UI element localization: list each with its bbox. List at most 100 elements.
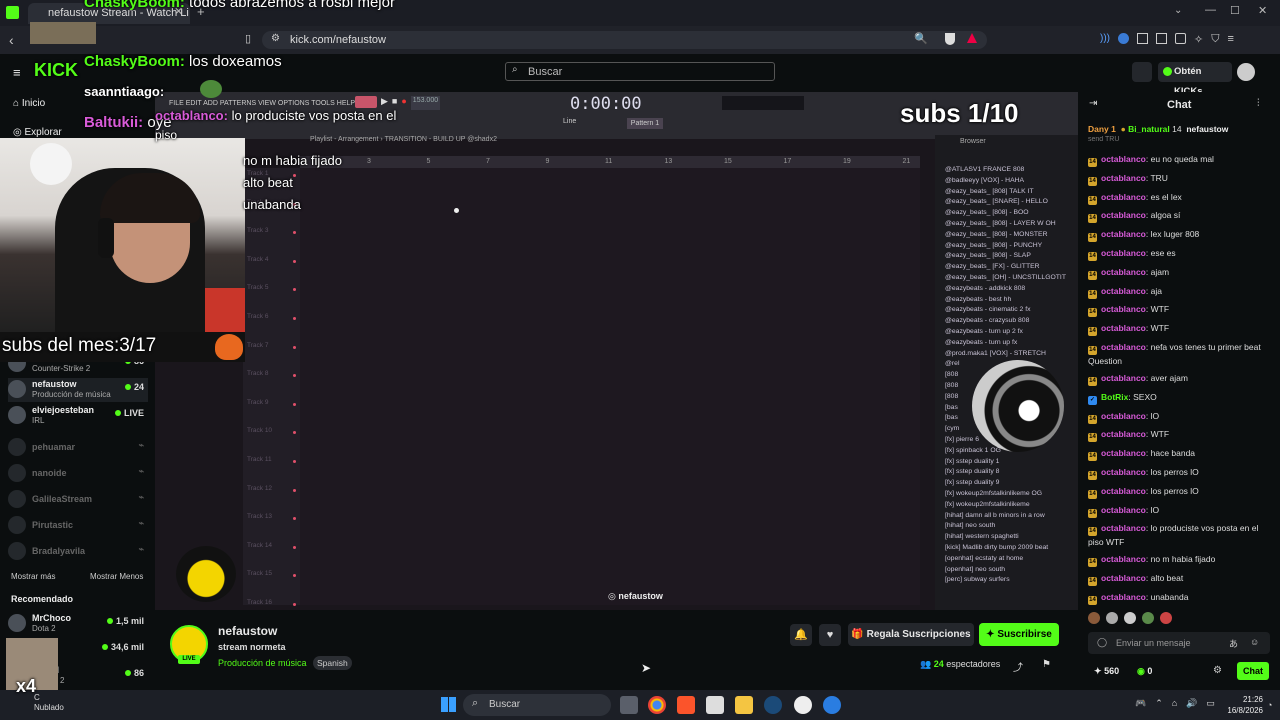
chat-users-icon[interactable]: ⫶ bbox=[1257, 98, 1260, 109]
subscribe-button[interactable]: ✦ Suscribirse bbox=[979, 623, 1059, 646]
bookmark-icon[interactable]: ▯ bbox=[245, 32, 251, 45]
emote-icon[interactable] bbox=[1088, 612, 1100, 624]
chat-settings-icon[interactable]: ◯ bbox=[1097, 637, 1107, 648]
chat-username[interactable]: octablanco bbox=[1101, 411, 1146, 421]
vpn-icon[interactable]: ⛉ bbox=[1211, 33, 1219, 47]
hamburger-icon[interactable]: ≡ bbox=[13, 65, 21, 80]
show-less-button[interactable]: Mostrar Menos bbox=[90, 572, 143, 581]
search-input[interactable]: Buscar bbox=[505, 62, 775, 81]
back-icon[interactable]: ‹ bbox=[9, 32, 14, 48]
chat-username[interactable]: octablanco bbox=[1101, 154, 1146, 164]
dashboard-icon[interactable] bbox=[1132, 62, 1152, 82]
brave-icon[interactable] bbox=[677, 696, 695, 714]
app-icon[interactable] bbox=[823, 696, 841, 714]
chat-username[interactable]: octablanco bbox=[1101, 554, 1146, 564]
chat-username[interactable]: octablanco bbox=[1101, 323, 1146, 333]
taskview-icon[interactable] bbox=[620, 696, 638, 714]
notifications-button[interactable]: 🔔 bbox=[790, 624, 812, 646]
volume-icon[interactable]: 🔊 bbox=[1186, 698, 1197, 712]
battery-icon[interactable]: ▭ bbox=[1206, 698, 1215, 712]
steam-icon[interactable] bbox=[764, 696, 782, 714]
home-link[interactable]: ⌂ Inicio bbox=[13, 98, 45, 109]
collapse-chat-icon[interactable]: ⇥ bbox=[1089, 98, 1097, 109]
chat-message-input[interactable]: Enviar un mensaje bbox=[1088, 632, 1270, 654]
streamer-name[interactable]: nefaustow bbox=[218, 624, 277, 638]
sidebar-channel[interactable]: nefaustow Producción de música 24 bbox=[8, 378, 148, 402]
clock[interactable]: 21:26 16/8/2026 bbox=[1225, 694, 1263, 716]
extensions-icons[interactable]: ))) ✧ ⛉ ≡ bbox=[1100, 33, 1270, 47]
sidebar-icon[interactable] bbox=[1156, 33, 1167, 44]
chat-username[interactable]: octablanco bbox=[1101, 192, 1146, 202]
gift-subs-button[interactable]: 🎁 Regala Suscripciones bbox=[848, 623, 974, 646]
network-icon[interactable]: ⌂ bbox=[1172, 698, 1177, 712]
emoji-icon[interactable]: ☺ bbox=[1250, 637, 1259, 647]
chat-username[interactable]: octablanco bbox=[1101, 342, 1146, 352]
chat-username[interactable]: octablanco bbox=[1101, 229, 1146, 239]
translate-icon[interactable]: あ bbox=[1229, 637, 1238, 650]
share-icon[interactable]: ⤴ bbox=[1013, 659, 1023, 674]
report-icon[interactable]: ⚑ bbox=[1042, 659, 1051, 670]
chat-username[interactable]: octablanco bbox=[1101, 523, 1146, 533]
menu-icon[interactable]: ≡ bbox=[1227, 33, 1233, 47]
sidebar-channel[interactable]: Bradalyavila ⌁ bbox=[8, 540, 148, 564]
chat-username[interactable]: octablanco bbox=[1101, 592, 1146, 602]
user-avatar[interactable] bbox=[1237, 63, 1255, 81]
chat-username[interactable]: octablanco bbox=[1101, 210, 1146, 220]
stream-category[interactable]: Producción de música bbox=[218, 658, 307, 668]
recommended-channel[interactable]: MrChoco Dota 2 1,5 mil bbox=[8, 612, 148, 636]
leo-ai-icon[interactable]: ✧ bbox=[1194, 33, 1203, 47]
chat-username[interactable]: octablanco bbox=[1101, 448, 1146, 458]
chevron-up-icon[interactable]: ⌃ bbox=[1155, 698, 1163, 712]
url-field[interactable]: kick.com/nefaustow bbox=[262, 31, 987, 49]
gifter-1[interactable]: Dany 1 bbox=[1088, 124, 1116, 134]
brave-shield-icon[interactable] bbox=[945, 33, 955, 45]
wallet-icon[interactable] bbox=[1175, 33, 1186, 44]
chat-username[interactable]: octablanco bbox=[1101, 248, 1146, 258]
chat-username[interactable]: octablanco bbox=[1101, 373, 1146, 383]
chrome-icon[interactable] bbox=[648, 696, 666, 714]
voice-icon[interactable]: ))) bbox=[1100, 33, 1110, 47]
gifter-3[interactable]: nefaustow bbox=[1186, 124, 1228, 134]
minimize-icon[interactable]: — bbox=[1205, 4, 1216, 16]
extension-icon[interactable] bbox=[1118, 33, 1129, 44]
stream-tag[interactable]: Spanish bbox=[313, 656, 352, 670]
sidebar-channel[interactable]: Pirutastic ⌁ bbox=[8, 514, 148, 538]
taskbar-search[interactable]: Buscar bbox=[463, 694, 611, 716]
puzzle-icon[interactable] bbox=[1137, 33, 1148, 44]
emote-icon[interactable] bbox=[1106, 612, 1118, 624]
follow-button[interactable]: ♥ bbox=[819, 624, 841, 646]
github-icon[interactable] bbox=[794, 696, 812, 714]
site-info-icon[interactable]: ⚙ bbox=[271, 33, 280, 44]
chat-username[interactable]: octablanco bbox=[1101, 429, 1146, 439]
emote-icon[interactable] bbox=[1142, 612, 1154, 624]
explore-link[interactable]: ◎ Explorar bbox=[13, 127, 62, 138]
kick-favicon[interactable] bbox=[6, 6, 19, 19]
chat-username[interactable]: octablanco bbox=[1101, 267, 1146, 277]
sidebar-channel[interactable]: GalileaStream ⌁ bbox=[8, 488, 148, 512]
sidebar-channel[interactable]: pehuamar ⌁ bbox=[8, 436, 148, 460]
chat-username[interactable]: octablanco bbox=[1101, 173, 1146, 183]
emote-icon[interactable] bbox=[1124, 612, 1136, 624]
chat-username[interactable]: octablanco bbox=[1101, 486, 1146, 496]
maximize-icon[interactable]: ☐ bbox=[1230, 4, 1240, 17]
emote-icon[interactable] bbox=[1160, 612, 1172, 624]
zoom-icon[interactable]: 🔍 bbox=[914, 32, 928, 45]
chat-username[interactable]: octablanco bbox=[1101, 286, 1146, 296]
brave-rewards-icon[interactable] bbox=[967, 33, 977, 43]
sidebar-channel[interactable]: nanoide ⌁ bbox=[8, 462, 148, 486]
notification-bell-icon[interactable]: ◔ bbox=[1267, 700, 1272, 710]
chat-username[interactable]: octablanco bbox=[1101, 505, 1146, 515]
chat-settings-gear-icon[interactable]: ⚙ bbox=[1213, 665, 1222, 676]
tab-list-icon[interactable]: ⌄ bbox=[1174, 5, 1182, 16]
send-chat-button[interactable]: Chat bbox=[1237, 662, 1269, 680]
file-explorer-icon[interactable] bbox=[735, 696, 753, 714]
start-icon[interactable] bbox=[441, 697, 456, 712]
show-more-button[interactable]: Mostrar más bbox=[11, 572, 55, 581]
gifter-2[interactable]: Bi_natural bbox=[1128, 124, 1170, 134]
chat-username[interactable]: octablanco bbox=[1101, 467, 1146, 477]
gamepad-icon[interactable]: 🎮 bbox=[1135, 698, 1146, 712]
weather-widget[interactable]: C Nublado bbox=[34, 693, 64, 713]
close-window-icon[interactable]: ✕ bbox=[1258, 4, 1267, 17]
sidebar-channel[interactable]: elviejoesteban IRL LIVE bbox=[8, 404, 148, 428]
chat-username[interactable]: BotRix bbox=[1101, 392, 1128, 402]
